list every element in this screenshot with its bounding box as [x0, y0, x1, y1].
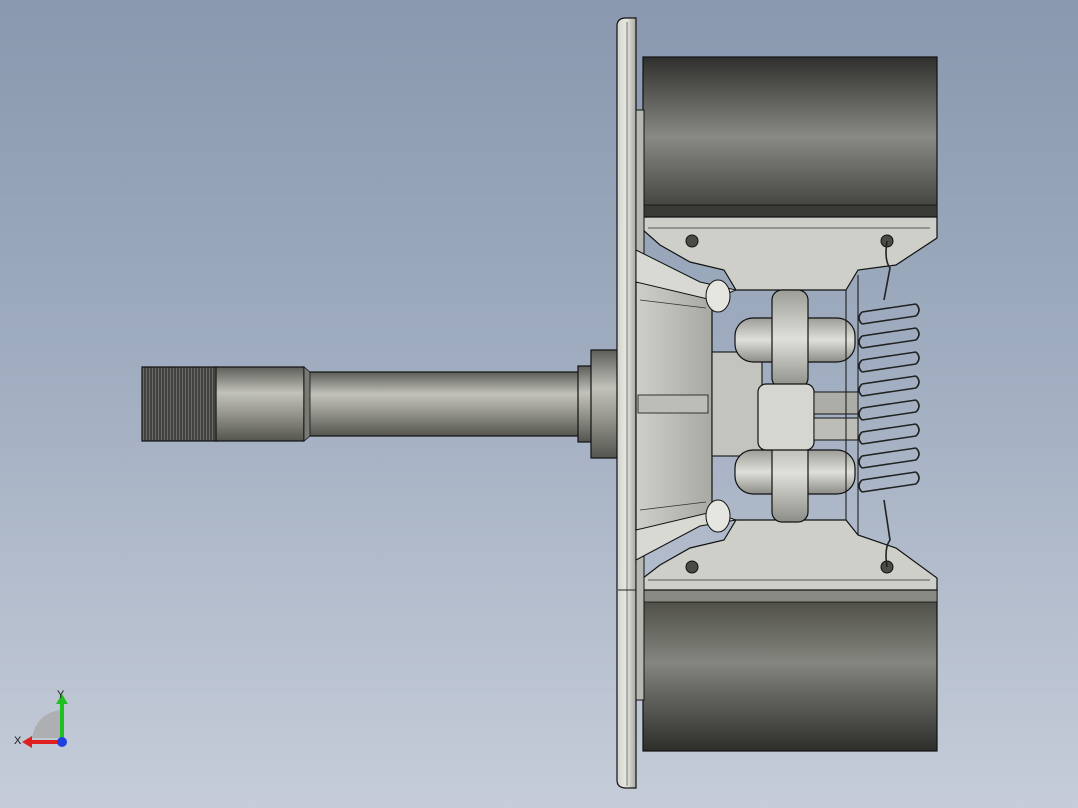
shaft-body: [303, 371, 583, 437]
lower-drum-shoe: [642, 519, 938, 752]
z-axis-dot: [57, 737, 67, 747]
cad-viewport[interactable]: [0, 0, 1078, 808]
cam-block: [757, 383, 815, 451]
x-axis-label: X: [14, 735, 22, 747]
axis-triad: Y X: [14, 689, 68, 748]
shaft-collar: [590, 349, 620, 459]
shaft-shoulder: [215, 366, 305, 442]
triad-plane: [32, 710, 60, 738]
y-axis-label: Y: [57, 689, 65, 701]
upper-drum-shoe: [642, 56, 938, 291]
splined-end: [141, 366, 219, 442]
return-spring: [858, 240, 920, 568]
x-axis-arrowhead: [22, 736, 32, 748]
output-shaft: [141, 349, 620, 459]
pivot-mechanism: [711, 275, 859, 535]
